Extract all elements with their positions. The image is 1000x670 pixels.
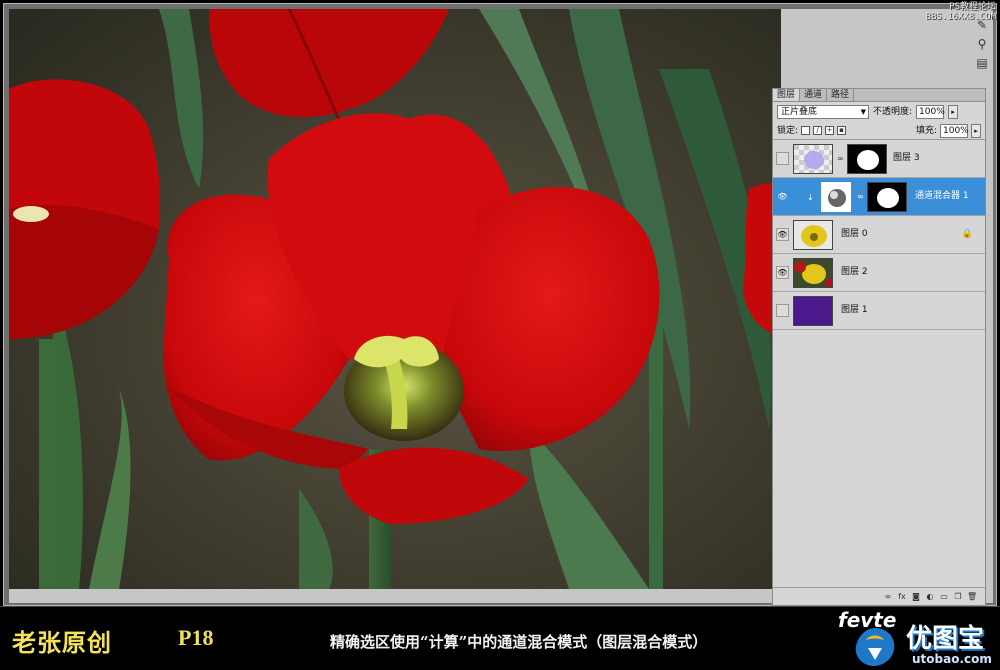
layer-name[interactable]: 图层 0: [841, 229, 868, 240]
blend-row: 正片叠底 ▼ 不透明度: 100% ▸: [773, 102, 985, 122]
visibility-toggle[interactable]: [776, 152, 789, 165]
lock-transparency-icon[interactable]: [801, 126, 811, 135]
document-canvas[interactable]: [9, 9, 781, 589]
eye-icon[interactable]: 👁: [776, 266, 789, 279]
visibility-toggle[interactable]: [776, 304, 789, 317]
brush-icon[interactable]: ✎: [973, 17, 991, 33]
opacity-slider-button[interactable]: ▸: [948, 105, 959, 119]
layer-list: ∞ 图层 3 👁 ↓ ∞ 通道混合器 1 👁 图层 0 🔒 👁 图层 2 图层 …: [773, 140, 985, 330]
site-logo: fevte 优图宝 utobao.com: [838, 608, 998, 668]
blend-mode-select[interactable]: 正片叠底 ▼: [777, 105, 869, 119]
adjustment-icon[interactable]: ◐: [925, 592, 935, 601]
eye-icon[interactable]: 👁: [776, 228, 789, 241]
usb-icon[interactable]: ⚲: [973, 36, 991, 52]
caption-description: 精确选区使用“计算”中的通道混合模式（图层混合模式）: [330, 633, 708, 651]
layer-thumbnail: [793, 296, 833, 326]
lock-position-icon[interactable]: +: [825, 126, 835, 135]
tab-paths[interactable]: 路径: [827, 89, 855, 101]
layer-name[interactable]: 通道混合器 1: [915, 191, 969, 202]
panel-tabs: 图层 通道 路径: [773, 89, 985, 102]
tulip-photo: [9, 9, 781, 589]
clip-arrow-icon: ↓: [807, 193, 814, 202]
layer-name[interactable]: 图层 3: [893, 153, 920, 164]
fx-icon[interactable]: fx: [897, 592, 907, 601]
lock-pixels-icon[interactable]: /: [813, 126, 823, 135]
page-label: P18: [178, 625, 214, 650]
author-label: 老张原创: [12, 628, 112, 657]
logo-url: utobao.com: [912, 652, 992, 666]
new-layer-icon[interactable]: ❐: [953, 592, 963, 601]
screenshot-frame: PS教程论坛 BBS.16XX8.COM ✎ ⚲ ▤ 图层 通道 路径 正片叠底…: [0, 0, 1000, 670]
layer-thumbnail: [793, 220, 833, 250]
layer-row-channel-mixer[interactable]: 👁 ↓ ∞ 通道混合器 1: [773, 178, 985, 216]
layers-panel: 图层 通道 路径 正片叠底 ▼ 不透明度: 100% ▸ 锁定: / + ▪ 填…: [772, 88, 986, 606]
layer-name[interactable]: 图层 1: [841, 305, 868, 316]
layer-row-0[interactable]: 👁 图层 0 🔒: [773, 216, 985, 254]
lock-row: 锁定: / + ▪ 填充: 100% ▸: [773, 122, 985, 140]
tab-channels[interactable]: 通道: [800, 89, 828, 101]
trash-icon[interactable]: 🗑: [967, 592, 977, 601]
layer-row-3[interactable]: ∞ 图层 3: [773, 140, 985, 178]
watermark-line1: PS教程论坛: [949, 2, 996, 12]
fill-label: 填充:: [915, 125, 937, 136]
panel-footer: ∞ fx ◙ ◐ ▭ ❐ 🗑: [773, 587, 985, 605]
fill-input[interactable]: 100%: [940, 123, 969, 138]
tab-layers[interactable]: 图层: [773, 89, 801, 101]
chevron-down-icon: ▼: [860, 108, 866, 116]
opacity-input[interactable]: 100%: [916, 105, 945, 119]
layer-row-1[interactable]: 图层 1: [773, 292, 985, 330]
layer-name[interactable]: 图层 2: [841, 267, 868, 278]
blend-mode-value: 正片叠底: [781, 107, 818, 117]
layer-thumbnail: [793, 144, 833, 174]
fill-slider-button[interactable]: ▸: [971, 123, 981, 138]
mask-icon[interactable]: ◙: [911, 592, 921, 601]
link-icon[interactable]: ∞: [857, 192, 864, 201]
logo-mark-icon: [855, 628, 895, 666]
logo-site-name: 优图宝: [906, 624, 985, 654]
layer-mask-thumbnail[interactable]: [867, 182, 907, 212]
mini-tool-strip: ✎ ⚲ ▤: [970, 14, 994, 86]
panel-icon[interactable]: ▤: [973, 55, 991, 71]
layer-row-2[interactable]: 👁 图层 2: [773, 254, 985, 292]
layer-mask-thumbnail[interactable]: [847, 144, 887, 174]
link-icon[interactable]: ∞: [837, 154, 844, 163]
fill-group: 填充: 100% ▸: [915, 123, 981, 138]
opacity-label: 不透明度:: [873, 107, 913, 117]
layer-thumbnail: [793, 258, 833, 288]
lock-label: 锁定:: [777, 125, 799, 136]
adjustment-thumbnail: [821, 182, 851, 212]
link-icon[interactable]: ∞: [883, 592, 893, 601]
lock-all-icon[interactable]: ▪: [837, 126, 847, 135]
group-icon[interactable]: ▭: [939, 592, 949, 601]
eye-icon[interactable]: 👁: [776, 190, 789, 203]
lock-icon: 🔒: [961, 229, 973, 239]
